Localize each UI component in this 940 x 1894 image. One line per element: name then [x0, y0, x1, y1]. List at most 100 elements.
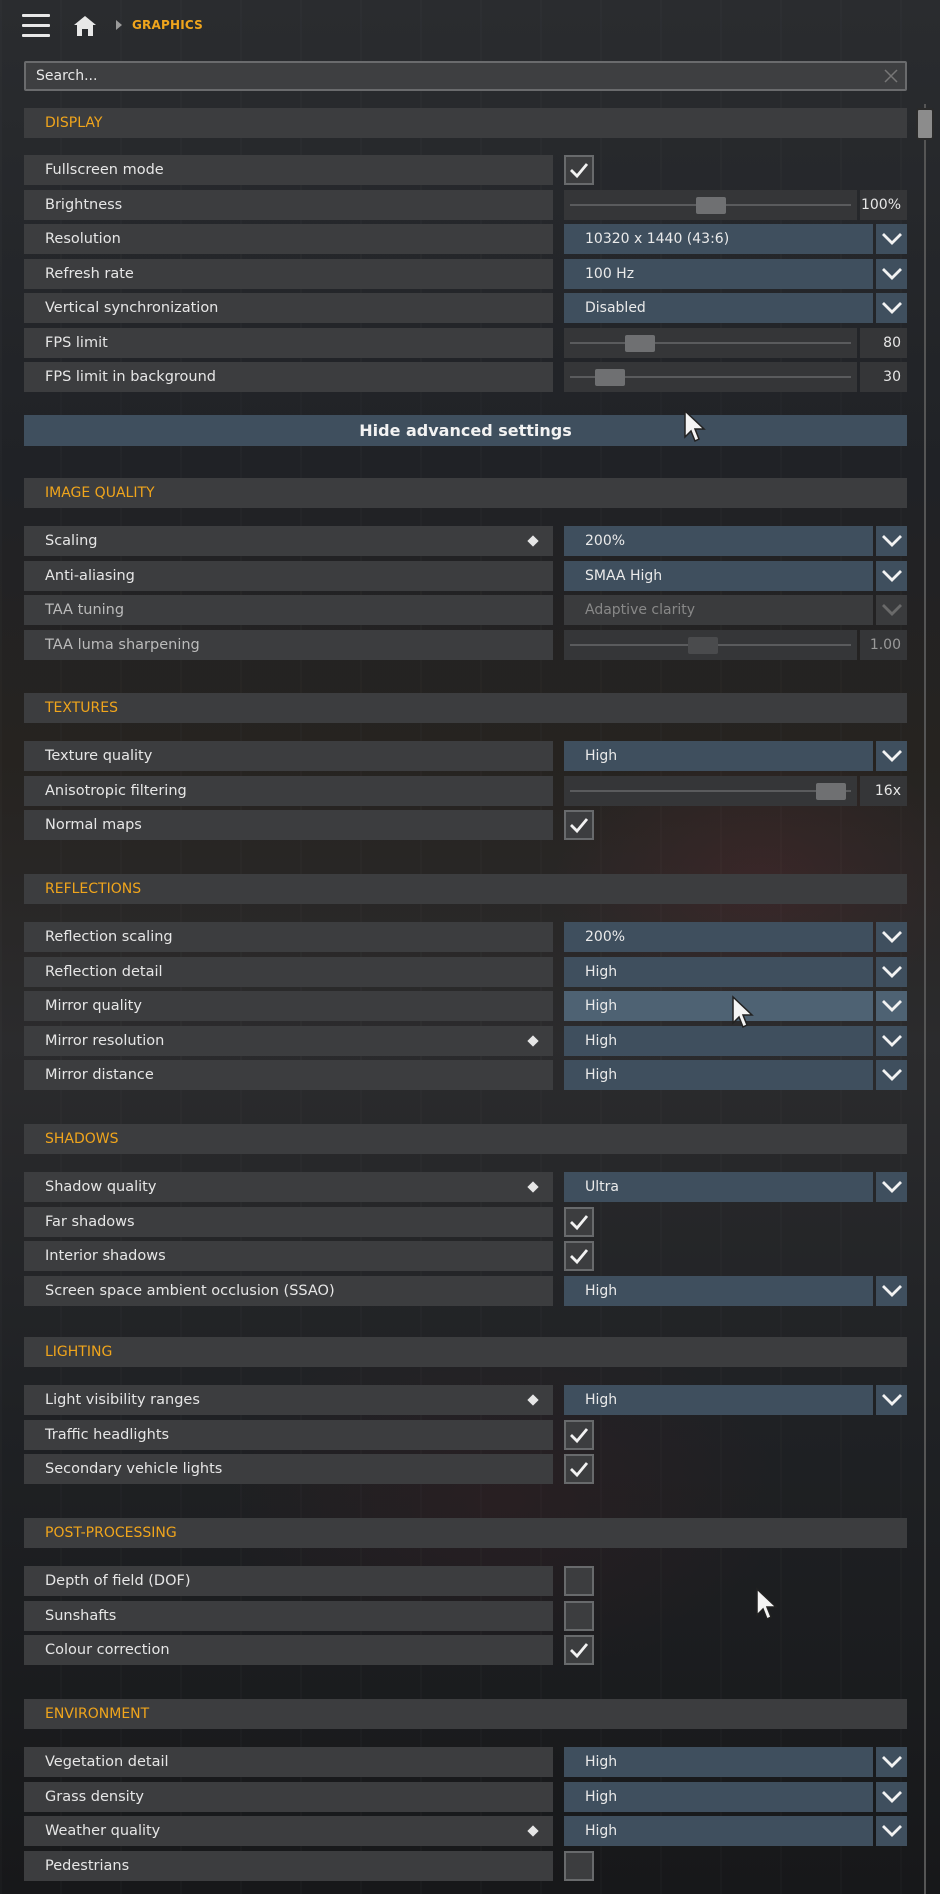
scrollbar-track[interactable] [924, 104, 926, 1894]
setting-label: Resolution [24, 224, 553, 254]
dropdown-value[interactable]: SMAA High [564, 561, 873, 591]
anti-aliasing-dropdown[interactable]: SMAA High [564, 561, 907, 591]
setting-row-taa-tuning: TAA tuning Adaptive clarity [24, 595, 907, 625]
section-header-lighting: LIGHTING [24, 1337, 907, 1367]
dropdown-value[interactable]: High [564, 1747, 873, 1777]
scaling-dropdown[interactable]: 200% [564, 526, 907, 556]
section-header-display: DISPLAY [24, 108, 907, 138]
texture-quality-dropdown[interactable]: High [564, 741, 907, 771]
setting-label-text: Reflection scaling [45, 929, 173, 945]
far-shadows-checkbox[interactable] [564, 1207, 594, 1237]
dropdown-value[interactable]: High [564, 991, 873, 1021]
mirror-distance-dropdown[interactable]: High [564, 1060, 907, 1090]
chevron-down-icon[interactable] [876, 1026, 907, 1056]
hide-advanced-settings-button[interactable]: Hide advanced settings [24, 415, 907, 446]
setting-row-secondary-vehicle-lights: Secondary vehicle lights [24, 1454, 907, 1484]
dropdown-value[interactable]: High [564, 1782, 873, 1812]
shadow-quality-dropdown[interactable]: Ultra [564, 1172, 907, 1202]
clear-search-icon[interactable] [883, 68, 899, 84]
vertical-synchronization-dropdown[interactable]: Disabled [564, 293, 907, 323]
slider-track[interactable] [564, 362, 857, 392]
scrollbar-thumb[interactable] [916, 108, 934, 140]
colour-correction-checkbox[interactable] [564, 1635, 594, 1665]
slider-track[interactable] [564, 190, 857, 220]
setting-label: Reflection scaling [24, 922, 553, 952]
setting-label-text: TAA tuning [45, 602, 125, 618]
weather-quality-dropdown[interactable]: High [564, 1816, 907, 1846]
dropdown-value[interactable]: High [564, 1026, 873, 1056]
home-icon[interactable] [73, 15, 97, 37]
chevron-down-icon[interactable] [876, 293, 907, 323]
dropdown-value[interactable]: 200% [564, 526, 873, 556]
chevron-down-icon[interactable] [876, 1276, 907, 1306]
reflection-detail-dropdown[interactable]: High [564, 957, 907, 987]
slider-track[interactable] [564, 776, 857, 806]
dropdown-value[interactable]: High [564, 741, 873, 771]
sunshafts-checkbox[interactable] [564, 1601, 594, 1631]
setting-label: Colour correction [24, 1635, 553, 1665]
chevron-down-icon[interactable] [876, 957, 907, 987]
setting-row-anisotropic-filtering: Anisotropic filtering 16x [24, 776, 907, 806]
setting-row-pedestrians: Pedestrians [24, 1851, 907, 1881]
chevron-down-icon[interactable] [876, 1816, 907, 1846]
mirror-resolution-dropdown[interactable]: High [564, 1026, 907, 1056]
chevron-down-icon[interactable] [876, 741, 907, 771]
dropdown-value[interactable]: 10320 x 1440 (43:6) [564, 224, 873, 254]
pedestrians-checkbox[interactable] [564, 1851, 594, 1881]
setting-label: Mirror quality [24, 991, 553, 1021]
refresh-rate-dropdown[interactable]: 100 Hz [564, 259, 907, 289]
chevron-down-icon[interactable] [876, 991, 907, 1021]
chevron-down-icon[interactable] [876, 259, 907, 289]
interior-shadows-checkbox[interactable] [564, 1241, 594, 1271]
dropdown-value[interactable]: High [564, 957, 873, 987]
dropdown-value[interactable]: High [564, 1276, 873, 1306]
vegetation-detail-dropdown[interactable]: High [564, 1747, 907, 1777]
dropdown-value[interactable]: 200% [564, 922, 873, 952]
breadcrumb-graphics[interactable]: GRAPHICS [132, 18, 203, 32]
setting-row-screen-space-ambient-occlusion-ssao: Screen space ambient occlusion (SSAO) Hig… [24, 1276, 907, 1306]
setting-label-text: Sunshafts [45, 1608, 117, 1624]
dropdown-value[interactable]: 100 Hz [564, 259, 873, 289]
chevron-down-icon[interactable] [876, 1385, 907, 1415]
dropdown-value[interactable]: High [564, 1060, 873, 1090]
setting-row-reflection-scaling: Reflection scaling 200% [24, 922, 907, 952]
hamburger-menu-icon[interactable] [22, 14, 50, 38]
reflection-scaling-dropdown[interactable]: 200% [564, 922, 907, 952]
setting-label: Reflection detail [24, 957, 553, 987]
slider-thumb[interactable] [696, 197, 726, 214]
slider-thumb[interactable] [595, 369, 625, 386]
normal-maps-checkbox[interactable] [564, 810, 594, 840]
search-input[interactable] [36, 68, 876, 84]
screen-space-ambient-occlusion-ssao-dropdown[interactable]: High [564, 1276, 907, 1306]
slider-thumb[interactable] [625, 335, 655, 352]
depth-of-field-dof-checkbox[interactable] [564, 1566, 594, 1596]
setting-label-text: Mirror quality [45, 998, 142, 1014]
grass-density-dropdown[interactable]: High [564, 1782, 907, 1812]
slider-track[interactable] [564, 328, 857, 358]
slider-thumb[interactable] [816, 783, 846, 800]
mouse-cursor-icon [756, 1587, 778, 1621]
chevron-down-icon[interactable] [876, 1747, 907, 1777]
dropdown-value[interactable]: Ultra [564, 1172, 873, 1202]
dropdown-value[interactable]: High [564, 1816, 873, 1846]
chevron-down-icon[interactable] [876, 1782, 907, 1812]
traffic-headlights-checkbox[interactable] [564, 1420, 594, 1450]
secondary-vehicle-lights-checkbox[interactable] [564, 1454, 594, 1484]
setting-row-fps-limit-in-background: FPS limit in background 30 [24, 362, 907, 392]
chevron-down-icon[interactable] [876, 1172, 907, 1202]
chevron-down-icon[interactable] [876, 922, 907, 952]
setting-label: TAA luma sharpening [24, 630, 553, 660]
brightness-slider: 100% [564, 190, 907, 220]
setting-label: Anisotropic filtering [24, 776, 553, 806]
resolution-dropdown[interactable]: 10320 x 1440 (43:6) [564, 224, 907, 254]
dropdown-value[interactable]: Disabled [564, 293, 873, 323]
setting-row-fps-limit: FPS limit 80 [24, 328, 907, 358]
light-visibility-ranges-dropdown[interactable]: High [564, 1385, 907, 1415]
chevron-down-icon[interactable] [876, 526, 907, 556]
chevron-down-icon[interactable] [876, 1060, 907, 1090]
dropdown-value[interactable]: High [564, 1385, 873, 1415]
search-box[interactable] [24, 61, 907, 91]
chevron-down-icon[interactable] [876, 224, 907, 254]
fullscreen-mode-checkbox[interactable] [564, 155, 594, 185]
chevron-down-icon[interactable] [876, 561, 907, 591]
